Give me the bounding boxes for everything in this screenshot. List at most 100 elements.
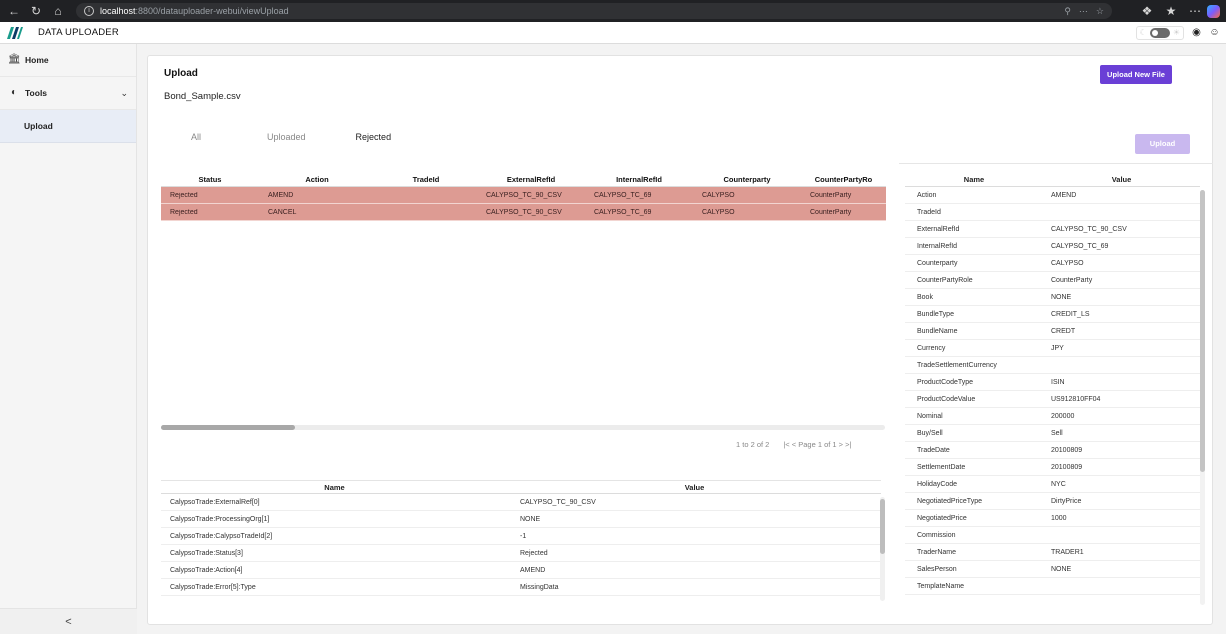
app-title: DATA UPLOADER (38, 27, 119, 38)
grid-cell: CounterParty (810, 191, 852, 199)
property-value: CALYPSO_TC_69 (1051, 242, 1109, 250)
pager-count: 1 to 2 of 2 (736, 440, 770, 449)
list-item: CalypsoTrade:Action[4] AMEND (161, 562, 881, 579)
globe-icon[interactable]: ◉ (1191, 27, 1202, 38)
details-table: Name Value CalypsoTrade:ExternalRef[0] CA… (161, 480, 881, 596)
info-icon[interactable]: i (84, 6, 94, 16)
property-name: InternalRefId (917, 242, 958, 250)
scrollbar-thumb[interactable] (161, 425, 295, 430)
more-icon[interactable]: ⋯ (1079, 6, 1088, 17)
column-header[interactable]: Counterparty (693, 175, 801, 184)
grid-cell: Rejected (170, 208, 198, 216)
grid-cell: CALYPSO (702, 191, 735, 199)
property-name: ProductCodeValue (917, 395, 976, 403)
property-name: CounterPartyRole (917, 276, 973, 284)
copilot-icon[interactable] (1207, 4, 1220, 18)
theme-toggle[interactable]: ☾ ☀ (1135, 25, 1184, 40)
property-name: TradeDate (917, 446, 950, 454)
property-value: US912810FF04 (1051, 395, 1101, 403)
table-row[interactable]: Rejected AMEND CALYPSO_TC_90_CSV CALYPSO… (161, 187, 886, 204)
pager-controls[interactable]: |< < Page 1 of 1 > >| (783, 440, 851, 449)
property-name: TraderName (917, 548, 957, 556)
favorites-icon[interactable]: ★ (1163, 3, 1179, 19)
sidebar-item-home[interactable]: 🏛 Home (0, 44, 136, 77)
sidebar-item-tools[interactable]: ◐ Tools ⌄ (0, 77, 136, 110)
refresh-icon[interactable]: ↻ (28, 3, 44, 19)
chevron-down-icon[interactable]: ⌄ (120, 88, 128, 99)
home-icon[interactable]: ⌂ (50, 3, 66, 19)
zoom-icon[interactable]: ⚲ (1064, 6, 1071, 17)
property-value: NONE (1051, 293, 1072, 301)
extensions-icon[interactable]: ❖ (1139, 3, 1155, 19)
property-name: ExternalRefId (917, 225, 960, 233)
sidebar-item-upload[interactable]: Upload (0, 110, 136, 143)
property-value: 1000 (1051, 514, 1067, 522)
detail-value: Rejected (520, 549, 548, 557)
address-bar[interactable]: i localhost:8800/datauploader-webui/view… (76, 3, 1112, 19)
column-header[interactable]: TradeId (375, 175, 477, 184)
properties-scrollbar[interactable] (1200, 190, 1205, 605)
list-item: SettlementDate 20100809 (905, 459, 1200, 476)
details-scrollbar[interactable] (880, 497, 885, 601)
detail-name: CalypsoTrade:Status[3] (170, 549, 243, 557)
detail-value: NONE (520, 515, 541, 523)
list-item: Book NONE (905, 289, 1200, 306)
property-value: 20100809 (1051, 446, 1083, 454)
file-name: Bond_Sample.csv (164, 91, 241, 102)
property-name: TemplateName (917, 582, 965, 590)
trades-grid: Status Action TradeId ExternalRefId Inte… (161, 172, 886, 221)
column-header[interactable]: Action (259, 175, 375, 184)
property-name: BundleType (917, 310, 954, 318)
back-arrow-icon[interactable]: ← (6, 3, 22, 19)
column-header[interactable]: ExternalRefId (477, 175, 585, 184)
detail-name: CalypsoTrade:CalypsoTradeId[2] (170, 532, 273, 540)
property-value: CREDIT_LS (1051, 310, 1090, 318)
property-name: Counterparty (917, 259, 958, 267)
pagination: 1 to 2 of 2 |< < Page 1 of 1 > >| (736, 440, 851, 449)
properties-header: Name Value (905, 172, 1200, 187)
property-value: NONE (1051, 565, 1072, 573)
trade-properties-table: Name Value Action AMEND TradeId ExternalR… (905, 172, 1200, 595)
moon-icon: ☾ (1139, 28, 1147, 37)
user-account-icon[interactable]: ☺ (1209, 27, 1220, 38)
table-row[interactable]: Rejected CANCEL CALYPSO_TC_90_CSV CALYPS… (161, 204, 886, 221)
grid-cell: CALYPSO (702, 208, 735, 216)
property-name: Book (917, 293, 933, 301)
scrollbar-thumb[interactable] (880, 499, 885, 554)
list-item: Buy/Sell Sell (905, 425, 1200, 442)
list-item: TemplateName (905, 578, 1200, 595)
property-value: CALYPSO (1051, 259, 1084, 267)
scrollbar-thumb[interactable] (1200, 190, 1205, 472)
app-logo-icon (6, 26, 24, 40)
column-header[interactable]: CounterPartyRo (801, 175, 886, 184)
property-name: TradeSettlementCurrency (917, 361, 997, 369)
property-name: NegotiatedPriceType (917, 497, 982, 505)
tab-all[interactable]: All (191, 132, 201, 142)
list-item: BundleName CREDT (905, 323, 1200, 340)
upload-button[interactable]: Upload (1135, 134, 1190, 154)
list-item: ProductCodeValue US912810FF04 (905, 391, 1200, 408)
favorite-star-icon[interactable]: ☆ (1096, 6, 1104, 17)
tab-rejected[interactable]: Rejected (356, 132, 392, 142)
collapse-sidebar-button[interactable]: < (0, 608, 137, 634)
browser-toolbar: ← ↻ ⌂ i localhost:8800/datauploader-webu… (0, 0, 1226, 22)
tab-uploaded[interactable]: Uploaded (267, 132, 306, 142)
list-item: SalesPerson NONE (905, 561, 1200, 578)
sun-icon: ☀ (1172, 28, 1180, 37)
list-item: CalypsoTrade:CalypsoTradeId[2] -1 (161, 528, 881, 545)
menu-icon[interactable]: ⋯ (1187, 3, 1203, 19)
chevron-left-icon: < (65, 615, 72, 628)
upload-new-file-button[interactable]: Upload New File (1100, 65, 1172, 84)
tabs: All Uploaded Rejected (164, 132, 391, 142)
list-item: NegotiatedPriceType DirtyPrice (905, 493, 1200, 510)
list-item: ProductCodeType ISIN (905, 374, 1200, 391)
theme-switch[interactable] (1149, 27, 1170, 38)
detail-value: AMEND (520, 566, 546, 574)
page-title: Upload (164, 68, 198, 79)
property-name: TradeId (917, 208, 941, 216)
column-header[interactable]: Status (161, 175, 259, 184)
horizontal-scrollbar[interactable] (161, 425, 885, 430)
bank-icon: 🏛 (8, 54, 21, 65)
column-header[interactable]: InternalRefId (585, 175, 693, 184)
property-name: HolidayCode (917, 480, 958, 488)
